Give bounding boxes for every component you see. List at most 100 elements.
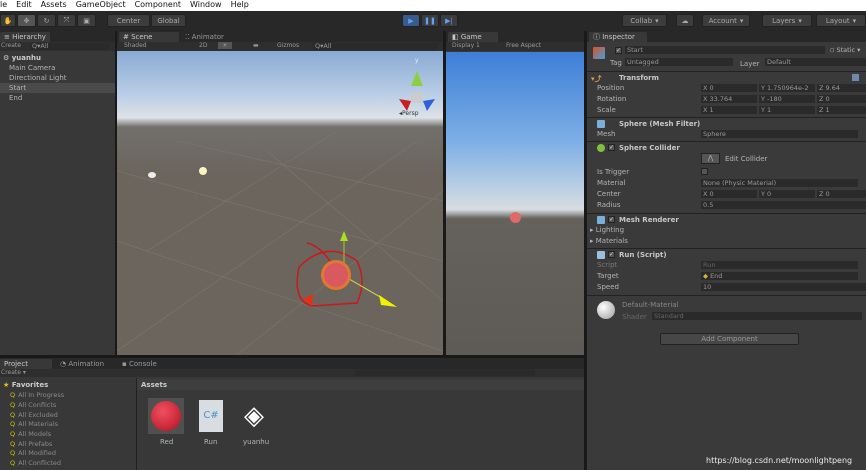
unity-scene-icon[interactable]: ◈ bbox=[238, 400, 270, 432]
play-button[interactable]: ▶ bbox=[402, 14, 420, 27]
fav-item[interactable]: Q All Excluded bbox=[10, 411, 58, 419]
speed-field[interactable]: 10 bbox=[701, 283, 866, 291]
csharp-script-icon[interactable]: C# bbox=[199, 400, 223, 432]
transform-header[interactable]: ▾⤴ Transform bbox=[587, 71, 866, 83]
rotation-x[interactable]: X 33.764 bbox=[701, 95, 757, 103]
tab-hierarchy[interactable]: ≡ Hierarchy bbox=[0, 32, 50, 42]
menu-window[interactable]: Window bbox=[190, 0, 222, 11]
tag-dropdown[interactable]: Untagged bbox=[625, 58, 733, 66]
static-toggle[interactable]: ▫ Static ▾ bbox=[830, 46, 860, 54]
step-button[interactable]: ▶| bbox=[440, 14, 458, 27]
hierarchy-item-directional-light[interactable]: Directional Light bbox=[9, 74, 67, 82]
shader-dropdown[interactable]: Standard bbox=[652, 312, 862, 320]
tab-scene[interactable]: # Scene bbox=[119, 32, 179, 42]
lighting-toggle-icon[interactable]: ☀ bbox=[218, 42, 232, 49]
lighting-foldout[interactable]: ▸ Lighting bbox=[587, 225, 866, 235]
fav-item[interactable]: Q All Modified bbox=[10, 449, 56, 457]
tab-game[interactable]: ◧ Game bbox=[448, 32, 498, 42]
scale-y[interactable]: Y 1 bbox=[759, 106, 815, 114]
hierarchy-item-end[interactable]: End bbox=[9, 94, 22, 102]
rotate-tool-icon[interactable]: ↻ bbox=[37, 14, 56, 27]
edit-collider-button[interactable]: ⋀ bbox=[701, 153, 720, 164]
tab-animator[interactable]: ⁚⁚ Animator bbox=[181, 32, 228, 42]
menu-file[interactable]: le bbox=[0, 0, 7, 11]
scale-tool-icon[interactable]: ⤧ bbox=[57, 14, 76, 27]
create-dropdown[interactable]: Create bbox=[1, 42, 21, 49]
tab-animation[interactable]: ◔ Animation bbox=[56, 359, 108, 369]
pivot-center-button[interactable]: Center bbox=[107, 14, 150, 27]
tab-project[interactable]: Project bbox=[0, 359, 52, 369]
scene-grid bbox=[117, 71, 443, 355]
hand-tool-icon[interactable]: ✋ bbox=[0, 14, 16, 27]
fav-item[interactable]: Q All Models bbox=[10, 430, 51, 438]
fav-item[interactable]: Q All Materials bbox=[10, 420, 58, 428]
fav-item[interactable]: Q All Prefabs bbox=[10, 440, 52, 448]
run-script-header[interactable]: ✓ Run (Script) bbox=[587, 248, 866, 260]
menu-assets[interactable]: Assets bbox=[41, 0, 67, 11]
sphere-collider-header[interactable]: ✓ Sphere Collider bbox=[587, 141, 866, 153]
layers-dropdown[interactable]: Layers ▾ bbox=[762, 14, 812, 27]
hierarchy-search-input[interactable]: Q▾All bbox=[30, 43, 110, 50]
menu-edit[interactable]: Edit bbox=[16, 0, 32, 11]
add-component-button[interactable]: Add Component bbox=[660, 333, 799, 345]
project-create-dropdown[interactable]: Create ▾ bbox=[1, 369, 26, 376]
mesh-filter-header[interactable]: Sphere (Mesh Filter) bbox=[587, 117, 866, 129]
rotation-z[interactable]: Z 0 bbox=[817, 95, 866, 103]
position-y[interactable]: Y 1.750964e-2 bbox=[759, 84, 815, 92]
account-button[interactable]: Account ▾ bbox=[702, 14, 750, 27]
game-viewport[interactable] bbox=[446, 52, 584, 355]
display-dropdown[interactable]: Display 1 bbox=[452, 42, 480, 49]
hierarchy-item-start[interactable]: Start bbox=[9, 84, 26, 92]
script-enabled-checkbox[interactable]: ✓ bbox=[608, 251, 615, 258]
scale-x[interactable]: X 1 bbox=[701, 106, 757, 114]
fav-item[interactable]: Q All In Progress bbox=[10, 391, 64, 399]
menu-help[interactable]: Help bbox=[231, 0, 249, 11]
active-checkbox[interactable]: ✓ bbox=[615, 47, 622, 54]
scene-viewport[interactable]: y ◂Persp bbox=[117, 51, 443, 355]
help-icon[interactable] bbox=[852, 74, 859, 81]
tab-inspector[interactable]: ⓘ Inspector bbox=[589, 32, 647, 42]
move-tool-icon[interactable]: ✥ bbox=[17, 14, 36, 27]
menu-gameobject[interactable]: GameObject bbox=[76, 0, 126, 11]
aspect-dropdown[interactable]: Free Aspect bbox=[506, 42, 541, 49]
menu-component[interactable]: Component bbox=[135, 0, 181, 11]
rotation-y[interactable]: Y -180 bbox=[759, 95, 815, 103]
2d-toggle[interactable]: 2D bbox=[199, 42, 207, 49]
gizmos-dropdown[interactable]: Gizmos bbox=[277, 42, 299, 49]
renderer-enabled-checkbox[interactable]: ✓ bbox=[608, 216, 615, 223]
center-y[interactable]: Y 0 bbox=[759, 190, 815, 198]
asset-red[interactable] bbox=[148, 398, 184, 434]
scene-search-input[interactable]: Q▾All bbox=[313, 43, 438, 50]
mesh-renderer-header[interactable]: ✓ Mesh Renderer bbox=[587, 213, 866, 225]
physic-material-field[interactable]: None (Physic Material) bbox=[701, 179, 858, 187]
persp-label[interactable]: ◂Persp bbox=[399, 110, 419, 117]
pause-button[interactable]: ❚❚ bbox=[421, 14, 439, 27]
collider-enabled-checkbox[interactable]: ✓ bbox=[608, 144, 615, 151]
object-name-input[interactable]: Start bbox=[625, 46, 825, 54]
is-trigger-checkbox[interactable] bbox=[701, 168, 708, 175]
position-x[interactable]: X 0 bbox=[701, 84, 757, 92]
fav-item[interactable]: Q All Conflicted bbox=[10, 459, 61, 467]
radius-field[interactable]: 0.5 bbox=[701, 201, 866, 209]
favorites-header[interactable]: ★ Favorites bbox=[3, 381, 48, 389]
collab-button[interactable]: Collab ▾ bbox=[622, 14, 667, 27]
center-x[interactable]: X 0 bbox=[701, 190, 757, 198]
fav-item[interactable]: Q All Conflicts bbox=[10, 401, 56, 409]
target-field[interactable]: ◆ End bbox=[701, 272, 858, 280]
position-z[interactable]: Z 9.64 bbox=[817, 84, 866, 92]
shading-dropdown[interactable]: Shaded bbox=[124, 42, 147, 49]
center-z[interactable]: Z 0 bbox=[817, 190, 866, 198]
materials-foldout[interactable]: ▸ Materials bbox=[587, 236, 866, 246]
project-search-input[interactable] bbox=[355, 370, 535, 376]
rect-tool-icon[interactable]: ▣ bbox=[77, 14, 96, 27]
layout-dropdown[interactable]: Layout ▾ bbox=[816, 14, 866, 27]
cloud-icon[interactable]: ☁ bbox=[676, 14, 694, 27]
layer-dropdown[interactable]: Default bbox=[765, 58, 866, 66]
tab-console[interactable]: ▪ Console bbox=[118, 359, 161, 369]
scale-z[interactable]: Z 1 bbox=[817, 106, 866, 114]
mesh-field[interactable]: Sphere bbox=[701, 130, 858, 138]
hierarchy-item-main-camera[interactable]: Main Camera bbox=[9, 64, 55, 72]
effects-icon[interactable]: ▬ bbox=[253, 42, 259, 49]
pivot-global-button[interactable]: Global bbox=[151, 14, 186, 27]
scene-root[interactable]: ⚙ yuanhu bbox=[3, 54, 41, 62]
